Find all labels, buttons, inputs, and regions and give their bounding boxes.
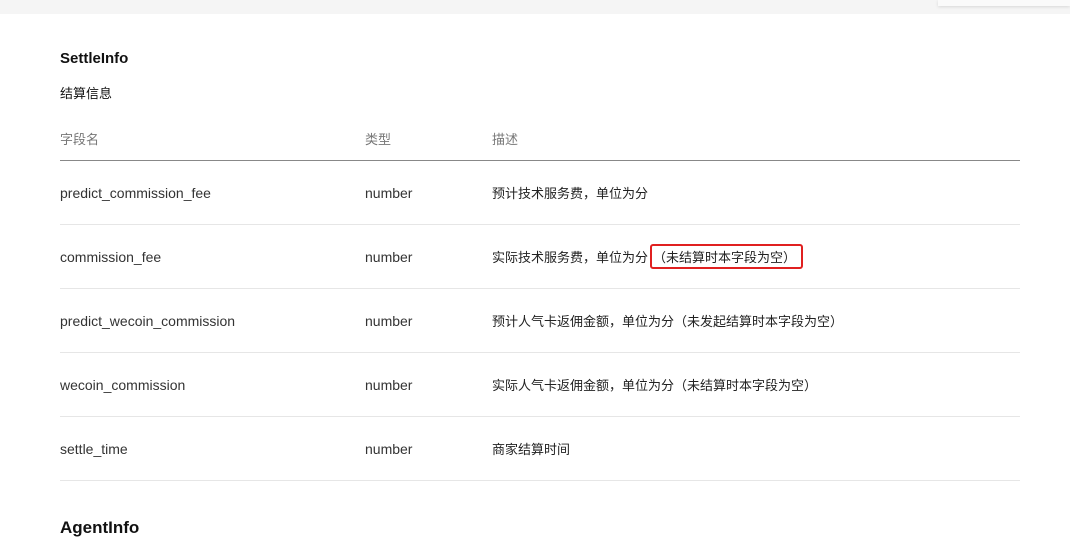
field-type: number [365, 440, 413, 457]
table-row: commission_fee number 实际技术服务费，单位为分 （未结算时… [60, 225, 1020, 289]
section-description: 结算信息 [60, 87, 113, 102]
next-section-title: AgentInfo [60, 518, 140, 537]
table-row: predict_wecoin_commission number 预计人气卡返佣… [60, 289, 1020, 353]
field-description: 预计技术服务费，单位为分 [492, 187, 649, 202]
field-name: commission_fee [60, 248, 162, 265]
table-header: 字段名 类型 描述 [60, 116, 1020, 161]
field-type: number [365, 184, 413, 201]
field-name: wecoin_commission [60, 376, 186, 393]
table-row: settle_time number 商家结算时间 [60, 417, 1020, 481]
top-panel-edge [938, 0, 1070, 6]
fields-table: 字段名 类型 描述 predict_commission_fee number … [60, 116, 1020, 481]
field-type: number [365, 248, 413, 265]
field-description: 预计人气卡返佣金额，单位为分（未发起结算时本字段为空） [492, 315, 844, 330]
field-description-text: 实际技术服务费，单位为分 [492, 251, 649, 266]
field-description: 实际技术服务费，单位为分 （未结算时本字段为空） [492, 225, 804, 288]
header-type: 类型 [365, 131, 392, 147]
field-description: 商家结算时间 [492, 443, 571, 458]
section-title: SettleInfo [60, 50, 129, 67]
field-name: predict_wecoin_commission [60, 312, 236, 329]
header-description: 描述 [492, 132, 519, 148]
field-type: number [365, 312, 413, 329]
table-row: wecoin_commission number 实际人气卡返佣金额，单位为分（… [60, 353, 1020, 417]
table-row: predict_commission_fee number 预计技术服务费，单位… [60, 161, 1020, 225]
field-name: settle_time [60, 440, 128, 457]
field-name: predict_commission_fee [60, 184, 211, 201]
field-type: number [365, 376, 413, 393]
field-description: 实际人气卡返佣金额，单位为分（未结算时本字段为空） [492, 379, 818, 394]
header-field-name: 字段名 [60, 131, 100, 147]
top-bar [0, 0, 1070, 14]
highlighted-note: （未结算时本字段为空） [650, 244, 804, 269]
